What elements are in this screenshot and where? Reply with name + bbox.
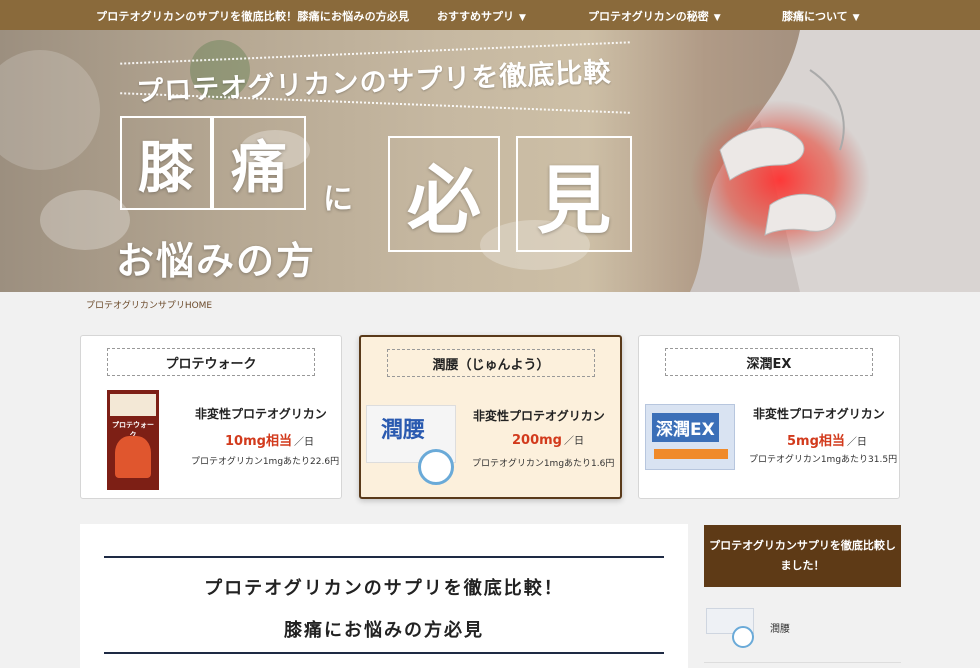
product-price: プロテオグリカン1mgあたり1.6円	[472, 459, 615, 469]
site-title-link[interactable]: プロテオグリカンのサプリを徹底比較！膝痛にお悩みの方必見	[96, 8, 409, 24]
sidebar-heading: プロテオグリカンサプリを徹底比較しました！	[704, 525, 901, 587]
breadcrumb[interactable]: プロテオグリカンサプリHOME	[86, 298, 212, 311]
product-price: プロテオグリカン1mgあたり22.6円	[191, 457, 340, 467]
product-dose: 200mg ／日	[512, 432, 584, 448]
sidebar-item-label: 潤腰	[770, 624, 790, 635]
package-text: 潤腰	[381, 418, 426, 443]
hero-banner: プロテオグリカンのサプリを徹底比較 膝 痛 に 必 見 お悩みの方	[0, 30, 980, 292]
menu-proteoglycan-secret[interactable]: プロテオグリカンの秘密 ▼	[588, 8, 721, 24]
product-image[interactable]: プロテウォーク	[107, 390, 159, 490]
article-title-line2: 膝痛にお悩みの方必見	[284, 620, 484, 641]
product-dose: 5mg相当 ／日	[787, 430, 867, 449]
product-name: 深潤EX	[665, 348, 873, 376]
sidebar-item-junyou[interactable]: 潤腰	[704, 604, 901, 650]
hero-char-box: 痛	[212, 116, 306, 210]
product-price: プロテオグリカン1mgあたり31.5円	[749, 455, 898, 465]
divider	[104, 652, 664, 654]
product-card-featured[interactable]: 潤腰（じゅんよう） 潤腰 非変性プロテオグリカン 200mg ／日 プロテオグリカ…	[359, 335, 622, 499]
hero-particle: に	[323, 182, 353, 217]
dose-unit: ／日	[293, 437, 314, 448]
product-name: 潤腰（じゅんよう）	[387, 349, 595, 377]
capsule-badge	[418, 449, 454, 485]
product-type: 非変性プロテオグリカン	[195, 407, 327, 421]
knee-pain-illustration	[690, 30, 980, 292]
hero-char-box: 膝	[120, 116, 212, 210]
menu-label: 膝痛について	[782, 10, 848, 23]
product-image[interactable]: 深潤EX	[645, 404, 735, 470]
product-name: プロテウォーク	[107, 348, 315, 376]
divider	[704, 662, 901, 663]
menu-label: おすすめサプリ	[437, 10, 514, 23]
dose-unit: ／日	[564, 436, 584, 447]
product-card[interactable]: プロテウォーク プロテウォーク 非変性プロテオグリカン 10mg相当 ／日 プロテ…	[80, 335, 342, 499]
bokeh-shape	[0, 50, 100, 170]
package-graphic	[115, 436, 151, 478]
menu-recommended-supplements[interactable]: おすすめサプリ ▼	[437, 8, 526, 24]
chevron-down-icon: ▼	[713, 13, 721, 23]
hero-char-box: 必	[388, 136, 500, 252]
main-article: プロテオグリカンのサプリを徹底比較！ 膝痛にお悩みの方必見	[80, 524, 688, 668]
dose-value: 5mg相当	[787, 434, 845, 449]
product-dose: 10mg相当 ／日	[225, 430, 314, 449]
article-title-line1: プロテオグリカンのサプリを徹底比較！	[204, 578, 564, 599]
product-type: 非変性プロテオグリカン	[473, 409, 605, 423]
chevron-down-icon: ▼	[519, 13, 526, 23]
package-label	[110, 394, 156, 416]
menu-label: プロテオグリカンの秘密	[588, 10, 709, 23]
product-type: 非変性プロテオグリカン	[753, 407, 885, 421]
chevron-down-icon: ▼	[852, 13, 860, 23]
dose-value: 10mg相当	[225, 434, 292, 449]
top-nav: プロテオグリカンのサプリを徹底比較！膝痛にお悩みの方必見 おすすめサプリ ▼ プロ…	[0, 0, 980, 30]
hero-char-box: 見	[516, 136, 632, 252]
menu-knee-pain[interactable]: 膝痛について ▼	[782, 8, 860, 24]
divider	[104, 556, 664, 558]
capsule-badge	[732, 626, 754, 648]
package-stripe	[654, 449, 728, 459]
product-card[interactable]: 深潤EX 深潤EX 非変性プロテオグリカン 5mg相当 ／日 プロテオグリカン1m…	[638, 335, 900, 499]
hero-subheading: お悩みの方	[116, 239, 317, 283]
package-text: 深潤EX	[652, 413, 719, 442]
dose-unit: ／日	[846, 437, 867, 448]
dose-value: 200mg	[512, 433, 562, 448]
